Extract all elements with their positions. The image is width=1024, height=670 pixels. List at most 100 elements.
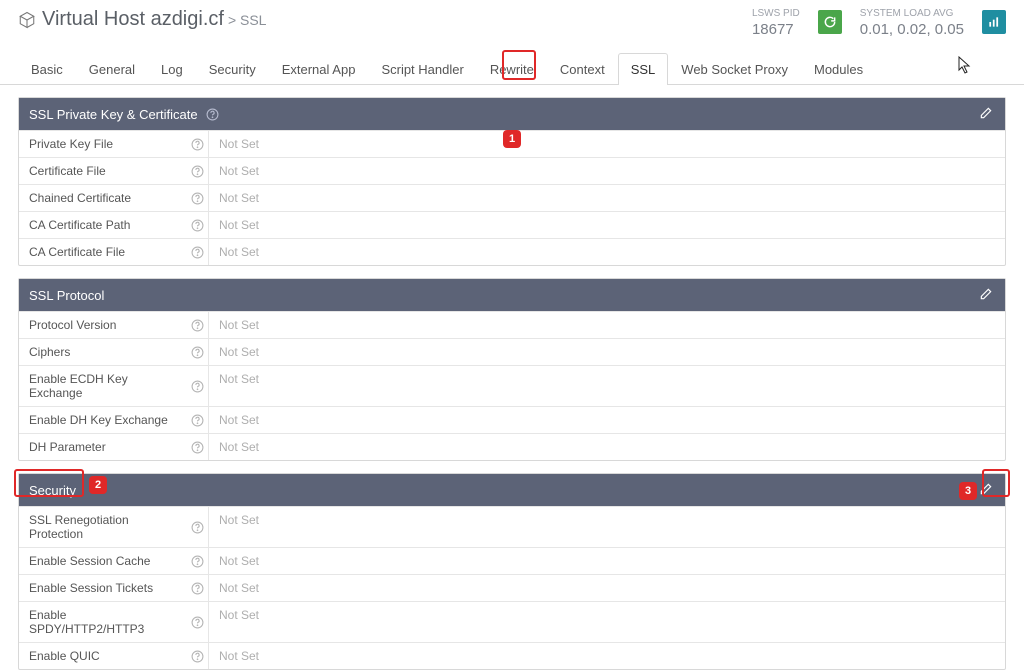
stat-lsws-value: 18677	[752, 21, 800, 40]
edit-button[interactable]	[979, 482, 995, 498]
row-value: Not Set	[209, 434, 1005, 460]
table-row: Ciphers Not Set	[19, 338, 1005, 365]
row-value: Not Set	[209, 185, 1005, 211]
table-row: Certificate File Not Set	[19, 157, 1005, 184]
row-value: Not Set	[209, 366, 1005, 406]
table-row: Enable Session Cache Not Set	[19, 547, 1005, 574]
table-row: CA Certificate Path Not Set	[19, 211, 1005, 238]
stat-lsws: LSWS PID 18677	[752, 8, 800, 39]
row-value: Not Set	[209, 407, 1005, 433]
table-row: SSL Renegotiation Protection Not Set	[19, 506, 1005, 547]
row-label: Private Key File	[19, 131, 187, 157]
row-value: Not Set	[209, 131, 1005, 157]
help-icon[interactable]	[187, 131, 209, 157]
edit-button[interactable]	[979, 106, 995, 122]
row-value: Not Set	[209, 548, 1005, 574]
help-icon[interactable]	[187, 548, 209, 574]
row-label: Enable Session Tickets	[19, 575, 187, 601]
row-value: Not Set	[209, 602, 1005, 642]
panel-header: SSL Private Key & Certificate	[19, 98, 1005, 130]
help-icon[interactable]	[187, 434, 209, 460]
tab-web-socket-proxy[interactable]: Web Socket Proxy	[668, 53, 801, 85]
row-value: Not Set	[209, 339, 1005, 365]
table-row: Enable QUIC Not Set	[19, 642, 1005, 669]
row-value: Not Set	[209, 575, 1005, 601]
panel-title: SSL Protocol	[29, 288, 104, 303]
table-row: Private Key File Not Set	[19, 130, 1005, 157]
tab-general[interactable]: General	[76, 53, 148, 85]
row-label: CA Certificate Path	[19, 212, 187, 238]
row-label: Ciphers	[19, 339, 187, 365]
tab-modules[interactable]: Modules	[801, 53, 876, 85]
row-label: Enable SPDY/HTTP2/HTTP3	[19, 602, 187, 642]
row-label: Protocol Version	[19, 312, 187, 338]
table-row: DH Parameter Not Set	[19, 433, 1005, 460]
panel-header: SSL Protocol	[19, 279, 1005, 311]
breadcrumb: Virtual Host azdigi.cf > SSL	[18, 8, 752, 31]
tab-rewrite[interactable]: Rewrite	[477, 53, 547, 85]
row-label: Certificate File	[19, 158, 187, 184]
panel-header: Security 2 3	[19, 474, 1005, 506]
help-icon[interactable]	[187, 366, 209, 406]
row-value: Not Set	[209, 212, 1005, 238]
help-icon[interactable]	[187, 643, 209, 669]
panel-title: Security	[29, 483, 76, 498]
panel-ssl-cert: SSL Private Key & Certificate 1 Private …	[18, 97, 1006, 266]
row-label: DH Parameter	[19, 434, 187, 460]
row-label: Chained Certificate	[19, 185, 187, 211]
help-icon[interactable]	[187, 158, 209, 184]
help-icon[interactable]	[206, 108, 219, 121]
row-label: Enable QUIC	[19, 643, 187, 669]
help-icon[interactable]	[187, 339, 209, 365]
tab-context[interactable]: Context	[547, 53, 618, 85]
table-row: Enable SPDY/HTTP2/HTTP3 Not Set	[19, 601, 1005, 642]
panel-ssl-protocol: SSL Protocol Protocol VersionNot SetCiph…	[18, 278, 1006, 461]
stat-load: SYSTEM LOAD AVG 0.01, 0.02, 0.05	[860, 8, 964, 39]
restart-button[interactable]	[818, 10, 842, 34]
stat-load-label: SYSTEM LOAD AVG	[860, 8, 964, 21]
tab-script-handler[interactable]: Script Handler	[368, 53, 476, 85]
panel-title: SSL Private Key & Certificate	[29, 107, 198, 122]
header-stats: LSWS PID 18677 SYSTEM LOAD AVG 0.01, 0.0…	[752, 8, 1006, 39]
table-row: Chained Certificate Not Set	[19, 184, 1005, 211]
tab-log[interactable]: Log	[148, 53, 196, 85]
table-row: CA Certificate FileNot Set	[19, 238, 1005, 265]
row-label: CA Certificate File	[19, 239, 187, 265]
tab-basic[interactable]: Basic	[18, 53, 76, 85]
help-icon[interactable]	[187, 407, 209, 433]
help-icon[interactable]	[187, 185, 209, 211]
help-icon[interactable]	[187, 239, 209, 265]
edit-button[interactable]	[979, 287, 995, 303]
row-value: Not Set	[209, 312, 1005, 338]
stat-lsws-label: LSWS PID	[752, 8, 800, 21]
annotation-badge-3: 3	[959, 482, 977, 500]
page-header: Virtual Host azdigi.cf > SSL LSWS PID 18…	[0, 0, 1024, 43]
tab-external-app[interactable]: External App	[269, 53, 369, 85]
row-label: SSL Renegotiation Protection	[19, 507, 187, 547]
refresh-icon	[823, 15, 837, 29]
row-label: Enable DH Key Exchange	[19, 407, 187, 433]
tab-security[interactable]: Security	[196, 53, 269, 85]
chart-icon	[987, 15, 1001, 29]
annotation-badge-2: 2	[89, 476, 107, 494]
stat-load-value: 0.01, 0.02, 0.05	[860, 21, 964, 40]
help-icon[interactable]	[187, 312, 209, 338]
table-row: Protocol Version Not Set	[19, 311, 1005, 338]
tab-ssl[interactable]: SSL	[618, 53, 669, 85]
panel-security: Security 2 3 SSL Renegotiation Protectio…	[18, 473, 1006, 670]
row-value: Not Set	[209, 643, 1005, 669]
table-row: Enable ECDH Key Exchange Not Set	[19, 365, 1005, 406]
row-value: Not Set	[209, 158, 1005, 184]
cube-icon	[18, 11, 36, 29]
row-label: Enable Session Cache	[19, 548, 187, 574]
tab-bar: BasicGeneralLogSecurityExternal AppScrip…	[0, 53, 1024, 85]
stats-button[interactable]	[982, 10, 1006, 34]
table-row: Enable DH Key Exchange Not Set	[19, 406, 1005, 433]
help-icon[interactable]	[187, 575, 209, 601]
help-icon[interactable]	[187, 507, 209, 547]
row-label: Enable ECDH Key Exchange	[19, 366, 187, 406]
row-value: Not Set	[209, 507, 1005, 547]
page-subcrumb: > SSL	[228, 12, 267, 28]
help-icon[interactable]	[187, 602, 209, 642]
help-icon[interactable]	[187, 212, 209, 238]
